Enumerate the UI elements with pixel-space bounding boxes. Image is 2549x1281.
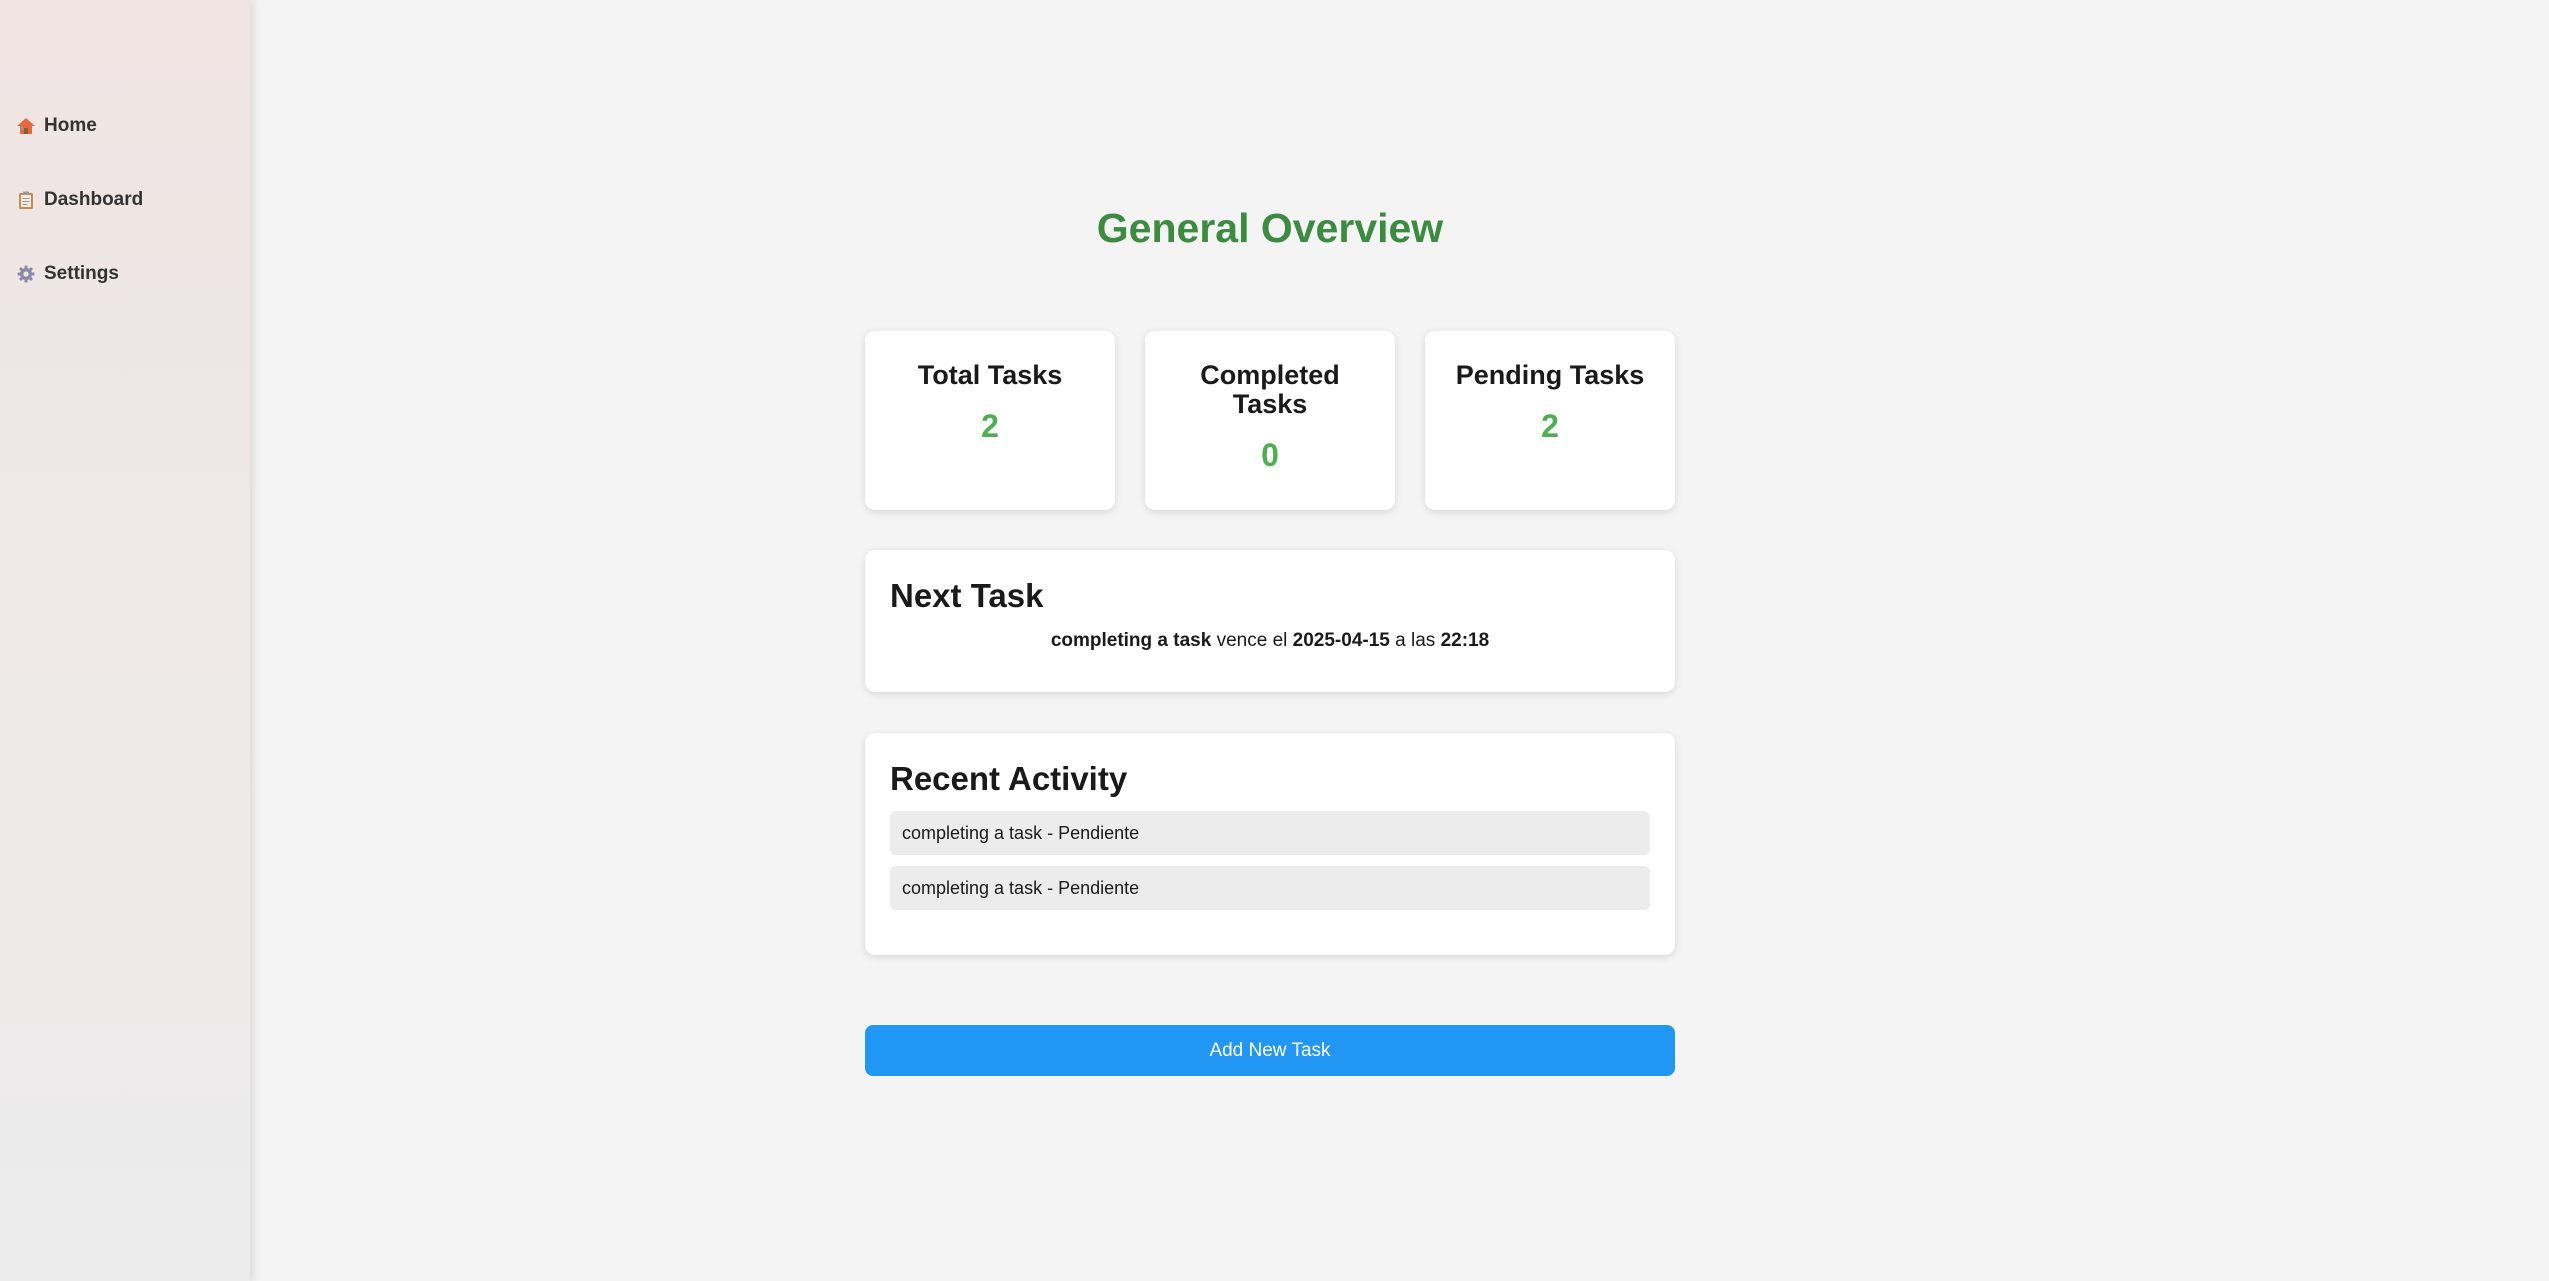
next-task-heading: Next Task — [890, 577, 1044, 614]
stat-value: 2 — [981, 408, 999, 444]
list-item: completing a task - Pendiente — [890, 811, 1650, 855]
stat-card-total: Total Tasks 2 — [865, 331, 1115, 510]
sidebar-item-settings[interactable]: Settings — [16, 260, 143, 288]
sidebar-item-home[interactable]: Home — [16, 112, 143, 140]
main-content: General Overview Total Tasks 2 Completed… — [250, 0, 2549, 1281]
page-title: General Overview — [1096, 205, 1444, 251]
add-new-task-button[interactable]: Add New Task — [865, 1025, 1675, 1076]
stat-label: Total Tasks — [917, 360, 1063, 390]
next-task-panel: Next Task completing a task vence el 202… — [865, 550, 1675, 692]
stats-row: Total Tasks 2 Completed Tasks 0 Pending … — [865, 331, 1675, 510]
stat-card-pending: Pending Tasks 2 — [1425, 331, 1675, 510]
next-task-details: completing a task vence el 2025-04-15 a … — [890, 630, 1650, 652]
next-task-name: completing a task — [1050, 630, 1212, 651]
stat-value: 2 — [1541, 408, 1559, 444]
clipboard-icon — [16, 190, 36, 210]
stat-label: Pending Tasks — [1455, 360, 1645, 390]
next-task-time: 22:18 — [1440, 630, 1490, 651]
home-icon — [16, 116, 36, 136]
next-task-due-text: vence el — [1216, 630, 1288, 651]
sidebar: Home Dashboard Settings — [0, 0, 250, 1281]
activity-list: completing a task - Pendiente completing… — [890, 811, 1650, 910]
list-item: completing a task - Pendiente — [890, 866, 1650, 910]
stat-value: 0 — [1261, 437, 1279, 473]
sidebar-item-label: Dashboard — [44, 189, 144, 210]
next-task-date: 2025-04-15 — [1292, 630, 1390, 651]
sidebar-item-label: Settings — [44, 263, 119, 284]
sidebar-nav: Home Dashboard Settings — [16, 112, 143, 334]
recent-activity-heading: Recent Activity — [890, 760, 1128, 797]
recent-activity-panel: Recent Activity completing a task - Pend… — [865, 733, 1675, 955]
stat-label: Completed Tasks — [1200, 360, 1340, 419]
stat-card-completed: Completed Tasks 0 — [1145, 331, 1395, 510]
sidebar-item-label: Home — [44, 115, 97, 136]
sidebar-item-dashboard[interactable]: Dashboard — [16, 186, 143, 214]
next-task-at-text: a las — [1395, 630, 1436, 651]
gear-icon — [16, 264, 36, 284]
